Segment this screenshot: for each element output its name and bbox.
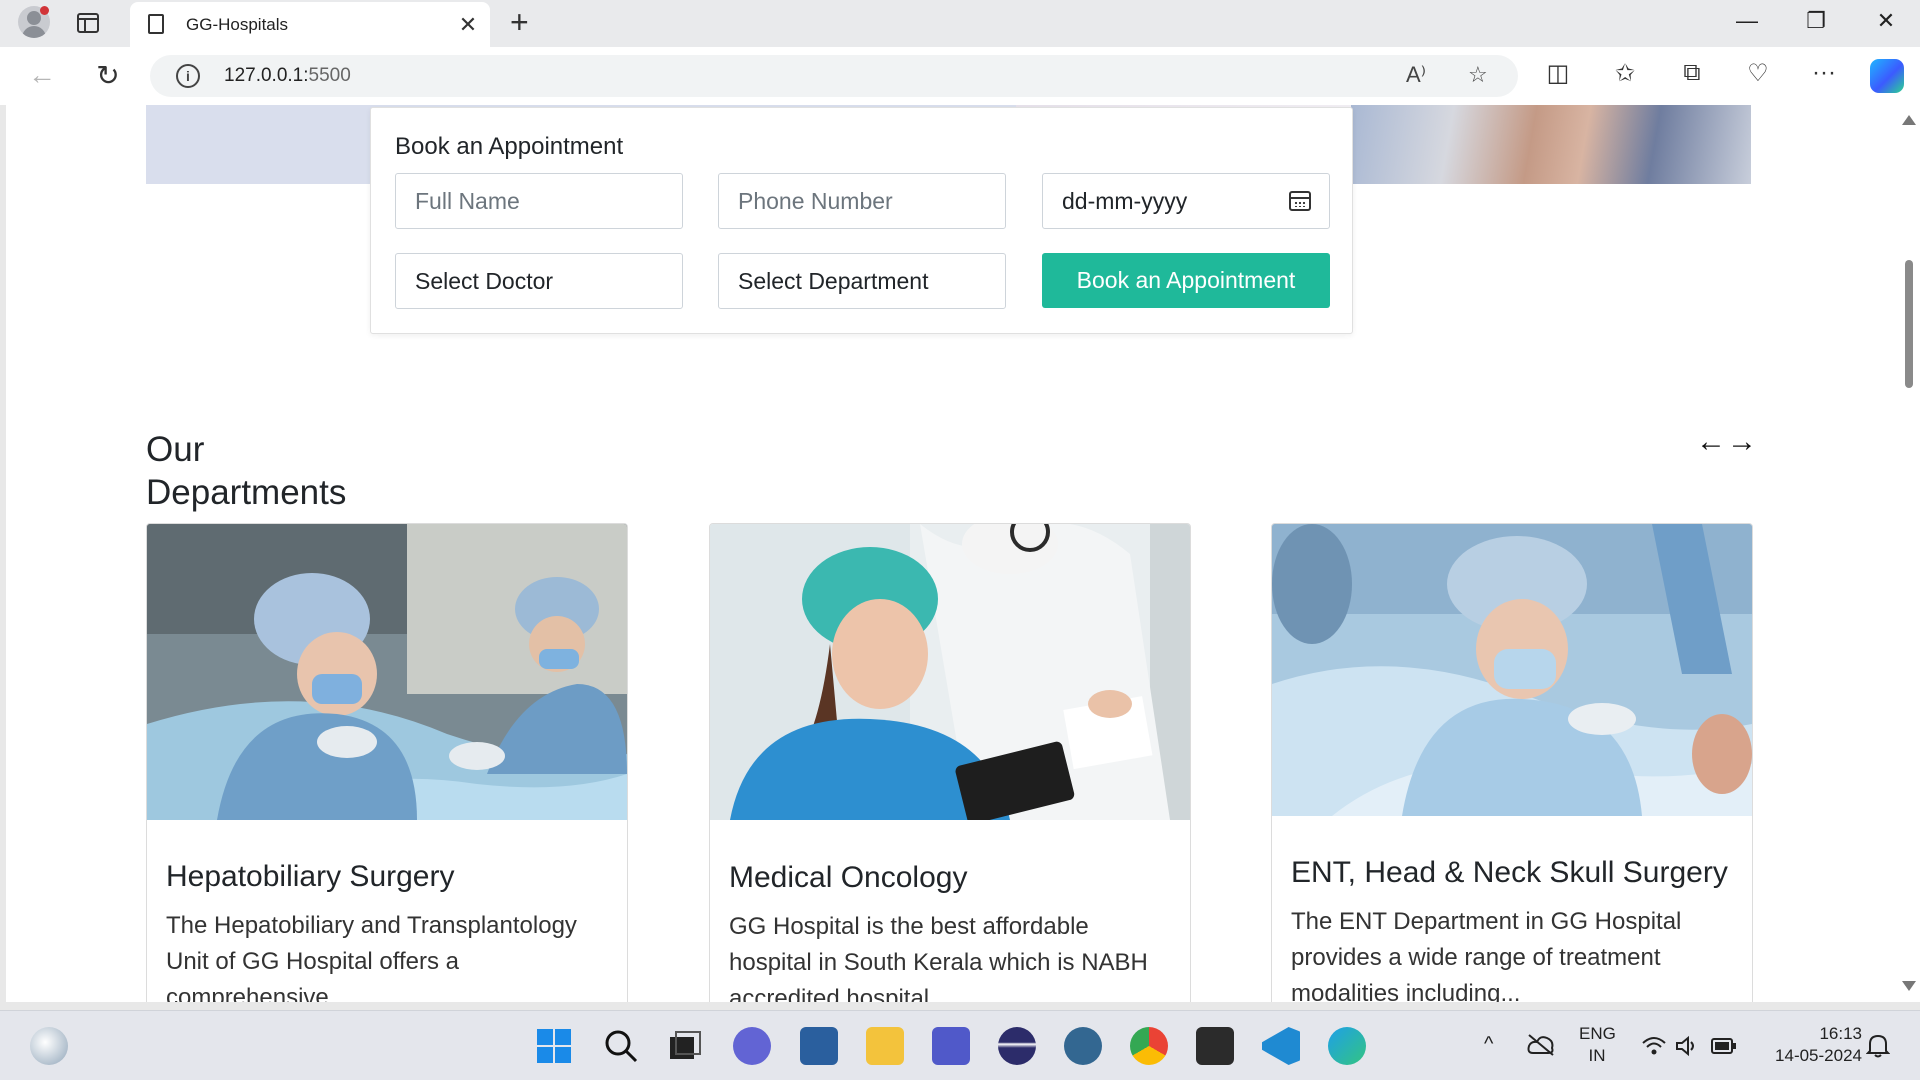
edge-icon[interactable] xyxy=(1328,1027,1366,1065)
onedrive-icon[interactable] xyxy=(1527,1033,1555,1057)
doctor-select[interactable]: Select Doctor xyxy=(395,253,683,309)
card-text: The Hepatobiliary and Transplantology Un… xyxy=(166,912,577,1002)
site-info-icon[interactable]: i xyxy=(176,64,200,88)
weather-widget-icon[interactable] xyxy=(30,1027,68,1065)
full-name-input[interactable]: Full Name xyxy=(395,173,683,229)
date-input[interactable]: dd-mm-yyyy xyxy=(1042,173,1330,229)
window-close-button[interactable]: ✕ xyxy=(1866,8,1906,34)
search-icon[interactable] xyxy=(602,1027,640,1065)
new-tab-button[interactable]: + xyxy=(510,4,529,41)
page-scrollbar[interactable] xyxy=(1896,105,1920,1002)
department-card[interactable]: Hepatobiliary Surgery The Hepatobiliary … xyxy=(146,523,628,1002)
teams-chat-icon[interactable] xyxy=(733,1027,771,1065)
file-explorer-icon[interactable] xyxy=(866,1027,904,1065)
more-menu-icon[interactable]: ··· xyxy=(1806,59,1842,87)
departments-title: Our Departments xyxy=(146,430,347,512)
card-title: Hepatobiliary Surgery xyxy=(166,860,455,893)
app-icon[interactable] xyxy=(800,1027,838,1065)
page-icon xyxy=(148,14,164,34)
scrollbar-thumb[interactable] xyxy=(1905,260,1913,388)
card-text: GG Hospital is the best affordable hospi… xyxy=(729,913,1148,1002)
browser-essentials-icon[interactable]: ♡ xyxy=(1740,59,1776,88)
scroll-down-arrow-icon[interactable] xyxy=(1902,981,1916,991)
workspaces-icon[interactable] xyxy=(77,13,99,33)
restore-button[interactable]: ❐ xyxy=(1796,8,1836,34)
department-select[interactable]: Select Department xyxy=(718,253,1006,309)
start-icon[interactable] xyxy=(535,1027,573,1065)
teams-icon[interactable] xyxy=(932,1027,970,1065)
card-text: The ENT Department in GG Hospital provid… xyxy=(1291,908,1682,1002)
battery-icon[interactable] xyxy=(1711,1037,1737,1055)
collections-icon[interactable]: ⧉ xyxy=(1674,59,1710,87)
department-card[interactable]: ENT, Head & Neck Skull Surgery The ENT D… xyxy=(1271,523,1753,1002)
phone-number-input[interactable]: Phone Number xyxy=(718,173,1006,229)
eclipse-icon[interactable] xyxy=(998,1027,1036,1065)
minimize-button[interactable]: — xyxy=(1727,8,1767,34)
chrome-icon[interactable] xyxy=(1130,1027,1168,1065)
browser-toolbar: ← ↻ i 127.0.0.1:5500 A⁾ ☆ ◫ ✩ ⧉ ♡ ··· xyxy=(0,47,1920,105)
notification-bell-icon[interactable] xyxy=(1866,1033,1890,1059)
volume-icon[interactable] xyxy=(1675,1035,1699,1057)
wifi-icon[interactable] xyxy=(1641,1035,1667,1057)
notification-dot-icon xyxy=(40,6,49,15)
tab-title: GG-Hospitals xyxy=(186,15,289,34)
browser-tab-bar: GG-Hospitals ✕ + — ❐ ✕ xyxy=(0,0,1920,47)
browser-tab-active[interactable]: GG-Hospitals ✕ xyxy=(130,2,490,47)
split-screen-icon[interactable]: ◫ xyxy=(1540,59,1576,88)
prev-arrow-icon[interactable]: ← xyxy=(1696,425,1726,459)
clock[interactable]: 16:13 14-05-2024 xyxy=(1758,1023,1862,1067)
language-indicator[interactable]: ENG IN xyxy=(1579,1023,1616,1067)
hero-photo xyxy=(1351,105,1751,184)
copilot-icon[interactable] xyxy=(1870,59,1904,93)
vscode-icon[interactable] xyxy=(1262,1027,1300,1065)
tab-close-button[interactable]: ✕ xyxy=(456,12,480,38)
date-placeholder: dd-mm-yyyy xyxy=(1062,188,1188,214)
task-view-icon[interactable] xyxy=(666,1027,704,1065)
read-aloud-icon[interactable]: A⁾ xyxy=(1406,62,1426,88)
department-card[interactable]: Medical Oncology GG Hospital is the best… xyxy=(709,523,1191,1002)
ent-surgery-photo xyxy=(1272,524,1752,816)
favorite-star-icon[interactable]: ☆ xyxy=(1468,62,1488,88)
card-title: Medical Oncology xyxy=(729,861,968,894)
scroll-up-arrow-icon[interactable] xyxy=(1902,115,1916,125)
refresh-button[interactable]: ↻ xyxy=(88,59,128,92)
page-viewport: Book an Appointment Full Name Phone Numb… xyxy=(6,105,1896,1002)
card-title: ENT, Head & Neck Skull Surgery xyxy=(1291,856,1728,889)
tray-overflow-icon[interactable]: ^ xyxy=(1484,1033,1493,1056)
back-button[interactable]: ← xyxy=(22,59,62,91)
windows-taskbar: ^ ENG IN 16:13 14-05-2024 xyxy=(0,1010,1920,1080)
postgresql-icon[interactable] xyxy=(1064,1027,1102,1065)
next-arrow-icon[interactable]: → xyxy=(1727,425,1757,459)
book-appointment-button[interactable]: Book an Appointment xyxy=(1042,253,1330,308)
address-bar[interactable]: i 127.0.0.1:5500 A⁾ ☆ xyxy=(150,55,1518,97)
oncology-photo xyxy=(710,524,1190,820)
url-text[interactable]: 127.0.0.1:5500 xyxy=(224,65,351,87)
terminal-icon[interactable] xyxy=(1196,1027,1234,1065)
surgery-photo xyxy=(147,524,627,820)
calendar-icon[interactable] xyxy=(1289,191,1311,211)
appointment-heading: Book an Appointment xyxy=(395,133,624,160)
appointment-form: Book an Appointment Full Name Phone Numb… xyxy=(370,107,1353,334)
favorites-icon[interactable]: ✩ xyxy=(1607,59,1643,88)
